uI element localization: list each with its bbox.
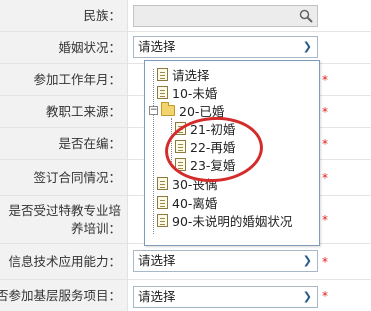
contract-label: 签订合同情况：	[0, 160, 128, 195]
marital-status-select[interactable]: 请选择 ❯	[133, 36, 318, 58]
tree-item[interactable]: 10-未婚	[157, 83, 217, 101]
work-start-label: 参加工作年月：	[0, 64, 128, 95]
required-mark: *	[322, 105, 328, 119]
special-ed-training-label: 是否受过特教专业培养培训：	[0, 196, 128, 243]
document-icon	[157, 195, 168, 209]
marital-status-label: 婚姻状况：	[0, 32, 128, 63]
form-row-ethnicity: 民族：	[0, 0, 371, 32]
collapse-toggle-icon[interactable]: −	[149, 106, 158, 115]
tree-item-label: 90-未说明的婚姻状况	[172, 213, 293, 229]
it-ability-label: 信息技术应用能力：	[0, 244, 128, 279]
form-row-it-ability: 信息技术应用能力： 请选择 ❯ *	[0, 244, 371, 280]
tree-item[interactable]: 90-未说明的婚姻状况	[157, 211, 292, 229]
it-ability-select[interactable]: 请选择 ❯	[133, 250, 318, 272]
tree-item[interactable]: 请选择	[157, 65, 210, 83]
grassroots-label: 是否参加基层服务项目：	[0, 280, 128, 311]
ethnicity-label: 民族：	[0, 0, 128, 31]
required-mark: *	[322, 137, 328, 151]
required-mark: *	[322, 289, 328, 303]
it-ability-value: 请选择	[138, 253, 176, 268]
tree-item-label: 请选择	[172, 67, 210, 83]
chevron-down-icon[interactable]: ❯	[303, 37, 312, 57]
document-icon	[157, 67, 168, 81]
tree-item-label: 40-离婚	[172, 195, 218, 211]
document-icon	[157, 85, 168, 99]
folder-icon	[161, 101, 175, 116]
search-icon[interactable]	[295, 6, 317, 26]
on-staff-label: 是否在编：	[0, 128, 128, 159]
tree-connector	[153, 69, 154, 234]
chevron-down-icon[interactable]: ❯	[303, 251, 312, 271]
tree-item-label: 10-未婚	[172, 85, 218, 101]
required-mark: *	[322, 73, 328, 87]
tree-item[interactable]: 40-离婚	[157, 193, 217, 211]
required-mark: *	[322, 171, 328, 185]
grassroots-select[interactable]: 请选择 ❯	[133, 286, 318, 308]
chevron-down-icon[interactable]: ❯	[303, 287, 312, 307]
grassroots-value: 请选择	[138, 289, 176, 304]
document-icon	[157, 176, 168, 190]
ethnicity-field[interactable]	[133, 5, 318, 27]
required-mark: *	[322, 213, 328, 227]
document-icon	[157, 213, 168, 227]
required-mark: *	[322, 255, 328, 269]
form-row-grassroots: 是否参加基层服务项目： 请选择 ❯ *	[0, 280, 371, 311]
marital-status-value: 请选择	[138, 39, 176, 54]
staff-source-label: 教职工来源：	[0, 96, 128, 127]
